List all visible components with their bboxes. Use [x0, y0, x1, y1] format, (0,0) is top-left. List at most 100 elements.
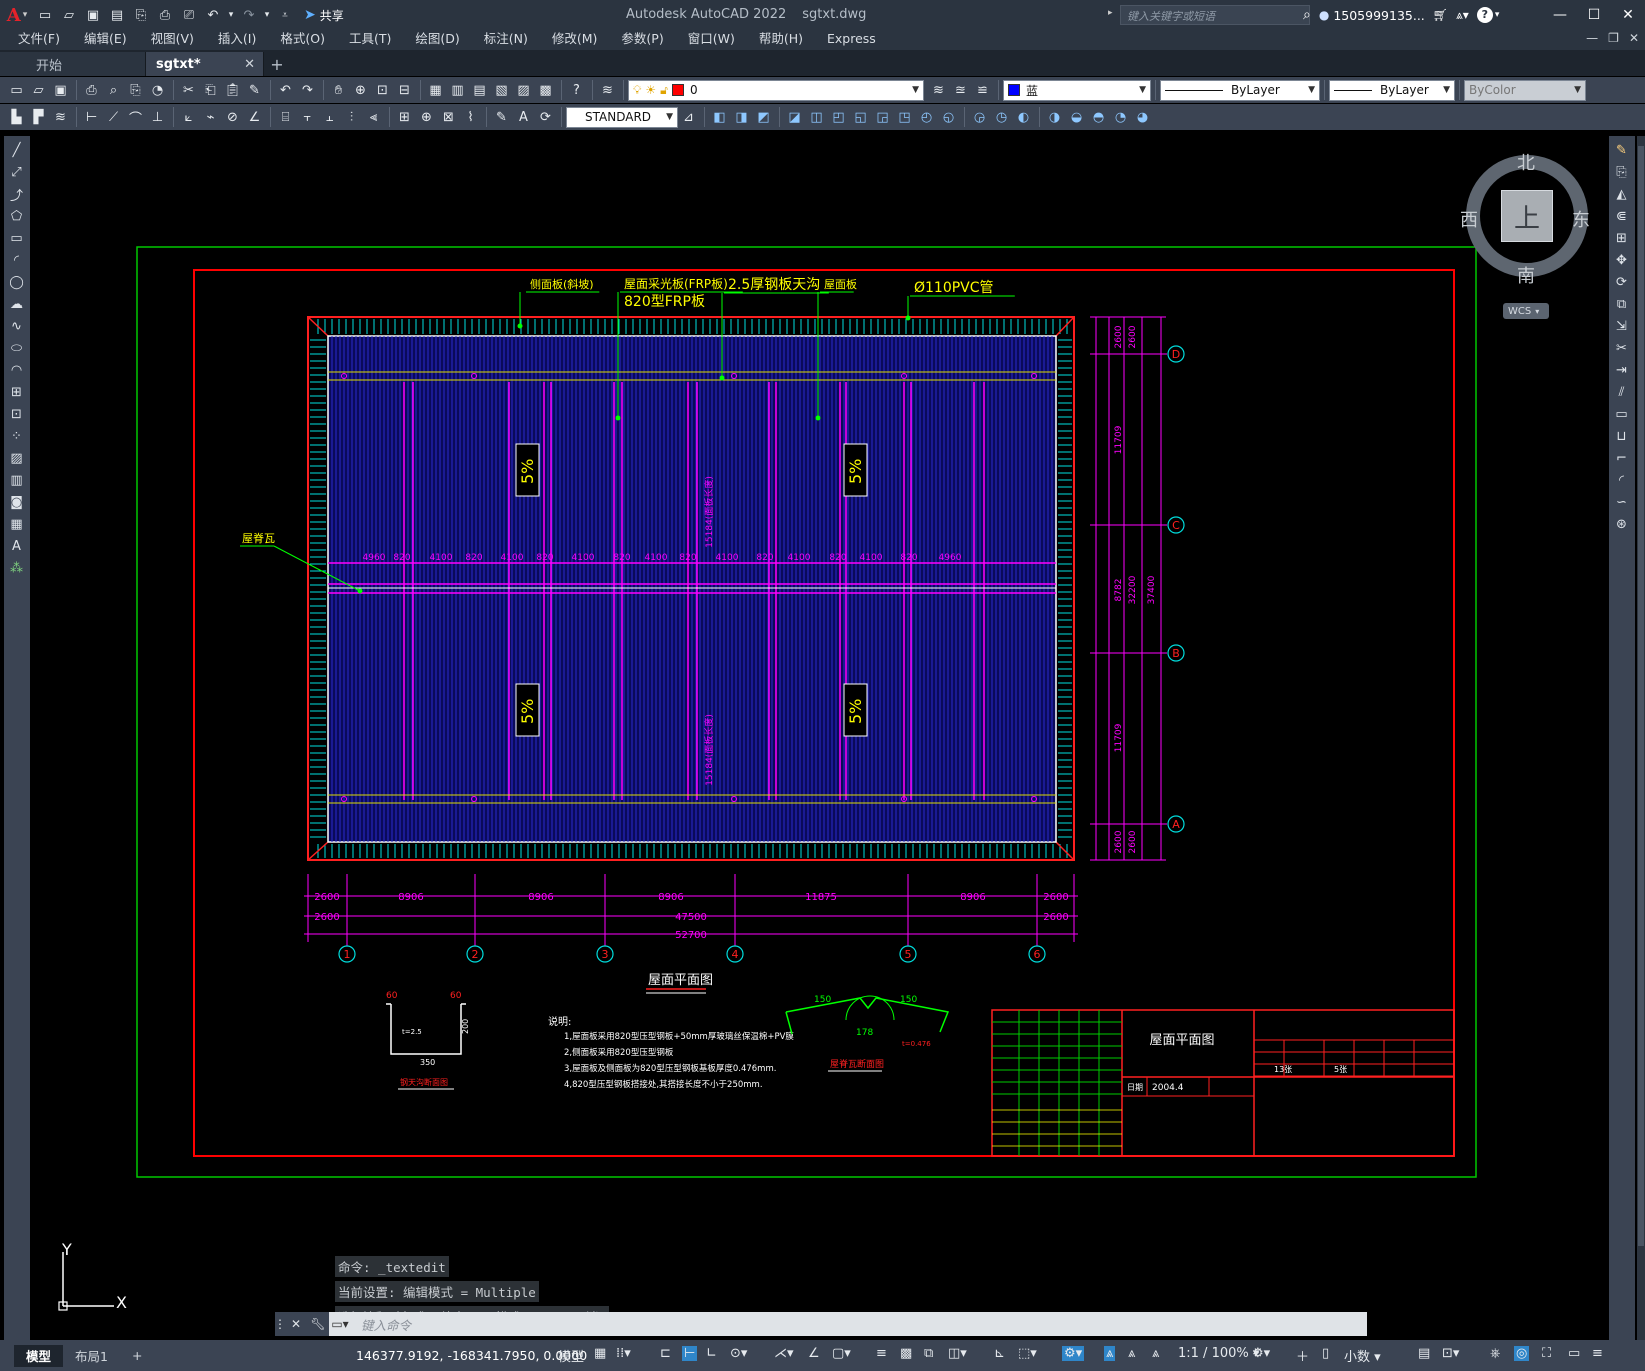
menu-window[interactable]: 窗口(W) — [676, 28, 747, 50]
break-point-icon[interactable]: ⫽ — [1611, 382, 1632, 403]
dim-update-icon[interactable]: ⟳ — [535, 107, 556, 128]
pan-icon[interactable]: ✋︎ — [328, 80, 349, 101]
polyline-icon[interactable]: ⤴ — [6, 184, 27, 205]
menu-modify[interactable]: 修改(M) — [540, 28, 610, 50]
arc-length-icon[interactable]: ⌒ — [125, 107, 146, 128]
open-web-icon[interactable]: ⎘ — [130, 4, 152, 26]
markup-icon[interactable]: ▨ — [513, 80, 534, 101]
break-icon[interactable]: ▭ — [1611, 404, 1632, 425]
jogged-linear-icon[interactable]: ⌇ — [460, 107, 481, 128]
menu-dimension[interactable]: 标注(N) — [472, 28, 540, 50]
box-icon[interactable]: ◧ — [709, 107, 730, 128]
viewcube[interactable]: 北 南 东 西 上 — [1458, 146, 1608, 316]
close-icon[interactable]: ✕ — [1611, 0, 1645, 30]
dim-style-icon[interactable]: ⊿ — [678, 107, 699, 128]
share-button[interactable]: ➤ 共享 — [304, 7, 344, 24]
sheet-set-icon[interactable]: ▧ — [491, 80, 512, 101]
ellipse-arc-icon[interactable]: ◠ — [6, 360, 27, 381]
gradient-icon[interactable]: ▥ — [6, 470, 27, 491]
help-tb-icon[interactable]: ? — [566, 80, 587, 101]
mirror-icon[interactable]: ◭ — [1611, 184, 1632, 205]
menu-parametric[interactable]: 参数(P) — [609, 28, 675, 50]
radius-dim-icon[interactable]: ⟀ — [178, 107, 199, 128]
viewcube-north[interactable]: 北 — [1517, 149, 1535, 175]
lock-ui-icon[interactable]: ⊡▾ — [1442, 1346, 1459, 1361]
hardware-accel-icon[interactable]: ◎ — [1514, 1346, 1530, 1361]
lineweight-dropdown[interactable]: ByLayer ▼ — [1329, 79, 1455, 101]
3d-osnap-icon[interactable]: ◫▾ — [948, 1346, 967, 1361]
polygon-icon[interactable]: ⬠ — [6, 206, 27, 227]
gizmo-icon[interactable]: ⚙▾ — [1062, 1346, 1085, 1361]
hatch-icon[interactable]: ▨ — [6, 448, 27, 469]
linetype-dropdown[interactable]: ByLayer ▼ — [1160, 79, 1320, 101]
auto-scale-icon[interactable]: ⩓ — [1128, 1346, 1135, 1361]
fillet-icon[interactable]: ◜ — [1611, 470, 1632, 491]
intersect-icon[interactable]: ◵ — [938, 107, 959, 128]
tab-sgtxt[interactable]: sgtxt* ✕ — [146, 52, 264, 76]
zoom-realtime-icon[interactable]: ⊕ — [350, 80, 371, 101]
customize-qat-icon[interactable]: ⩡ — [274, 4, 296, 26]
dim-space-icon[interactable]: ⫶ — [341, 107, 362, 128]
thicken-icon[interactable]: ◷ — [991, 107, 1012, 128]
search-icon[interactable]: ⌕ — [1303, 7, 1311, 23]
slice-icon[interactable]: ◶ — [969, 107, 990, 128]
jogged-dim-icon[interactable]: ⌁ — [200, 107, 221, 128]
layer-previous-icon[interactable]: ≊ — [950, 80, 971, 101]
dimstyle-dropdown[interactable]: STANDARD ▼ — [566, 106, 678, 128]
cart-icon[interactable]: 🛒︎ — [1433, 8, 1448, 22]
tolerance-icon[interactable]: ⊞ — [394, 107, 415, 128]
flatshot-icon[interactable]: ◒ — [1066, 107, 1087, 128]
layer-state-icon[interactable]: ≌ — [972, 80, 993, 101]
publish-icon[interactable]: ⎘ — [125, 80, 146, 101]
construction-line-icon[interactable]: ⤢ — [6, 162, 27, 183]
autodesk-app-icon[interactable]: ⩓▾ — [1456, 8, 1469, 23]
dynamic-ucs-icon[interactable]: ⊾ — [994, 1346, 1005, 1361]
baseline-dim-icon[interactable]: ⫟ — [297, 107, 318, 128]
menu-insert[interactable]: 插入(I) — [206, 28, 268, 50]
command-line[interactable]: ⋮ ✕ 🔧︎ ▭▾ 键入命令 — [274, 1312, 1367, 1336]
application-menu-button[interactable]: A ▾ — [0, 0, 34, 30]
save-as-icon[interactable]: ▤ — [106, 4, 128, 26]
status-menu-icon[interactable]: ≡ — [1592, 1346, 1603, 1361]
menu-edit[interactable]: 编辑(E) — [72, 28, 139, 50]
user-icon[interactable]: ● — [1319, 8, 1329, 22]
zoom-window-icon[interactable]: ⊡ — [372, 80, 393, 101]
open-file-icon[interactable]: ▱ — [28, 80, 49, 101]
workspace-icon[interactable]: ▙ — [6, 107, 27, 128]
layer-dropdown[interactable]: 💡︎ ☀ 🔓︎ 0 ▼ — [628, 79, 924, 101]
tab-start[interactable]: 开始 — [0, 52, 146, 76]
cone-icon[interactable]: ◩ — [753, 107, 774, 128]
doc-restore-icon[interactable]: ❐ — [1608, 31, 1619, 45]
section-plane-icon[interactable]: ◑ — [1044, 107, 1065, 128]
undo-icon[interactable]: ↶ — [202, 4, 224, 26]
viewcube-west[interactable]: 西 — [1460, 206, 1478, 232]
vertical-scrollbar[interactable] — [1637, 136, 1645, 1340]
command-grip-icon[interactable]: ⋮ — [274, 1312, 286, 1336]
save-web-icon[interactable]: ⎙ — [154, 4, 176, 26]
continue-dim-icon[interactable]: ⫠ — [319, 107, 340, 128]
redo-dropdown-icon[interactable]: ▾ — [262, 4, 272, 26]
dim-text-edit-icon[interactable]: A — [513, 107, 534, 128]
help-dropdown-icon[interactable]: ▾ — [1495, 10, 1500, 20]
make-block-icon[interactable]: ⊡ — [6, 404, 27, 425]
menu-draw[interactable]: 绘图(D) — [403, 28, 471, 50]
units-icon[interactable]: ▯ — [1322, 1346, 1329, 1361]
circle-icon[interactable]: ◯ — [6, 272, 27, 293]
recent-commands-icon[interactable]: ▭▾ — [329, 1312, 351, 1336]
save-icon[interactable]: ▣ — [82, 4, 104, 26]
tab-layout1[interactable]: 布局1 — [63, 1345, 120, 1367]
save-file-icon[interactable]: ▣ — [50, 80, 71, 101]
clean-icon[interactable]: ◕ — [1132, 107, 1153, 128]
paste-icon[interactable]: 📋︎ — [222, 80, 243, 101]
selection-filter-icon[interactable]: ⬚▾ — [1018, 1346, 1037, 1361]
object-snap-tracking-icon[interactable]: ∠ — [808, 1346, 820, 1361]
scroll-thumb[interactable] — [1638, 146, 1644, 1246]
make-current-icon[interactable]: ≋ — [928, 80, 949, 101]
tool-palettes-icon[interactable]: ▤ — [469, 80, 490, 101]
menu-view[interactable]: 视图(V) — [139, 28, 206, 50]
annotation-scale-dropdown[interactable]: 1:1 / 100% ▾ — [1178, 1346, 1259, 1361]
selection-cycling-icon[interactable]: ⧉ — [924, 1346, 933, 1361]
command-close-icon[interactable]: ✕ — [285, 1312, 307, 1336]
subtract-icon[interactable]: ◴ — [916, 107, 937, 128]
annotation-visibility-icon[interactable]: ⩓ — [1104, 1346, 1116, 1361]
